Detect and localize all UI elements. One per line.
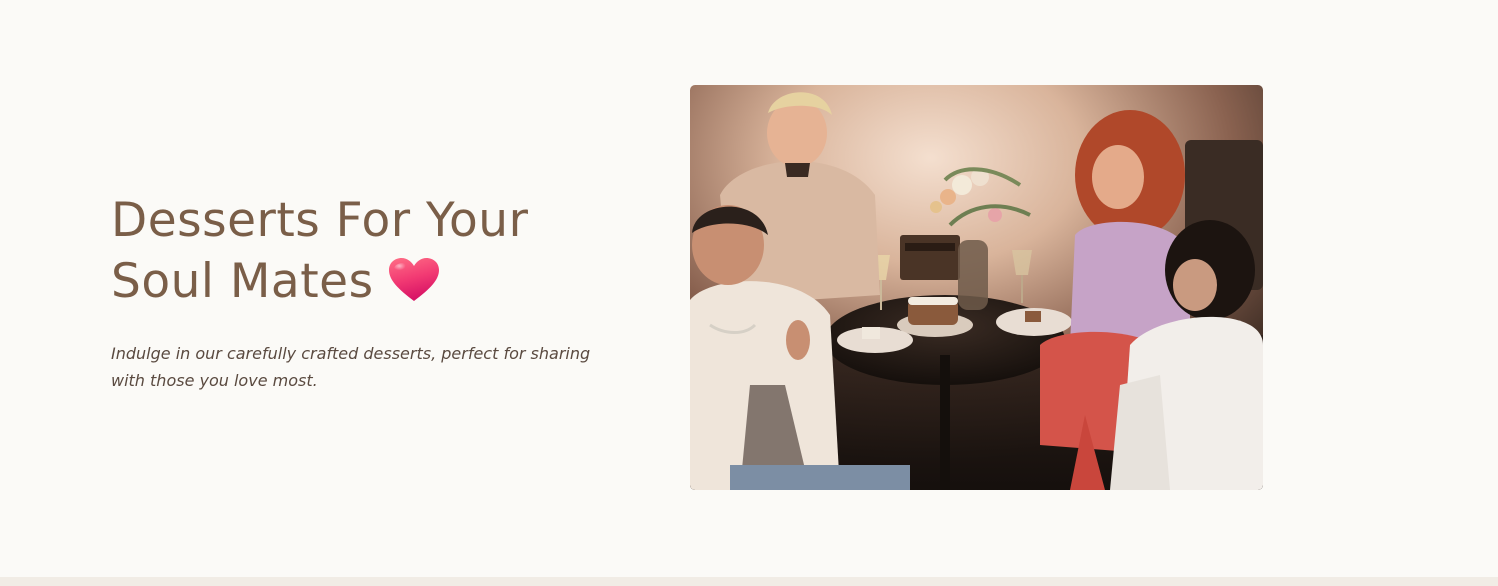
headline-line-2: Soul Mates (111, 251, 631, 312)
hero-tagline: Indulge in our carefully crafted dessert… (111, 344, 591, 390)
hero-headline: Desserts For Your Soul Mates (111, 190, 631, 312)
hero-text-block: Desserts For Your Soul Mates Indulge in … (111, 190, 631, 394)
friends-dessert-photo (690, 85, 1263, 490)
heart-icon (388, 257, 440, 303)
section-divider-band (0, 577, 1498, 586)
page: Desserts For Your Soul Mates Indulge in … (0, 0, 1498, 586)
headline-line-2-text: Soul Mates (111, 254, 374, 309)
photo-illustration (690, 85, 1263, 490)
headline-line-1: Desserts For Your (111, 193, 529, 248)
